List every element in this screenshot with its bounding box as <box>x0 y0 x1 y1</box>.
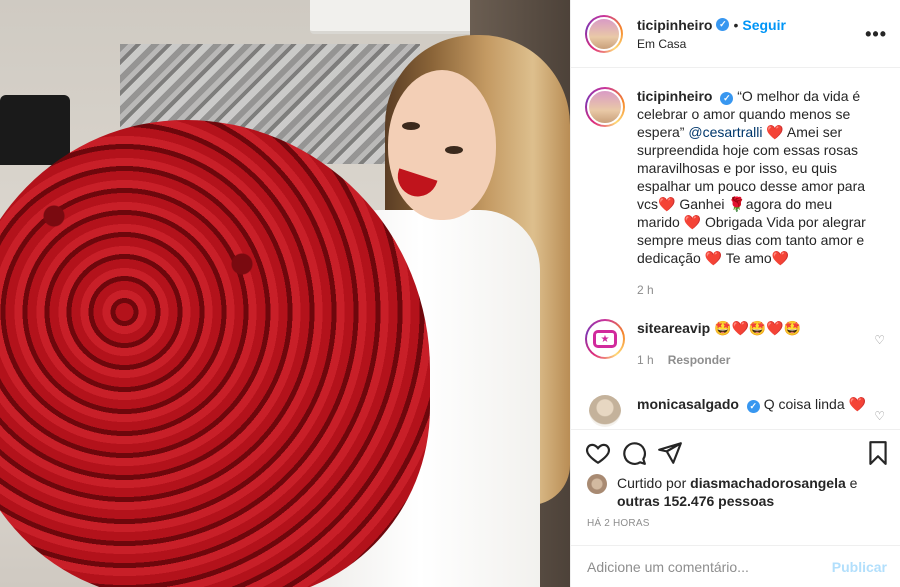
caption: ticipinheiro ✓ “O melhor da vida é celeb… <box>585 87 889 299</box>
commenter-avatar[interactable] <box>589 395 621 427</box>
more-options-icon[interactable]: ••• <box>865 24 887 45</box>
reply-button[interactable]: Responder <box>668 351 731 369</box>
comment-like-icon[interactable]: ♡ <box>874 409 885 423</box>
verified-badge-icon: ✓ <box>716 18 730 31</box>
publish-button[interactable]: Publicar <box>832 559 887 575</box>
comments-list: ticipinheiro ✓ “O melhor da vida é celeb… <box>571 69 900 429</box>
likes-summary: Curtido por diasmachadorosangela e outra… <box>587 474 887 510</box>
likes-middle: e <box>845 475 858 491</box>
post-actions: Curtido por diasmachadorosangela e outra… <box>571 429 900 529</box>
caption-avatar[interactable] <box>585 87 625 127</box>
verified-badge-icon: ✓ <box>746 399 760 413</box>
caption-username[interactable]: ticipinheiro <box>637 88 712 104</box>
save-bookmark-icon[interactable] <box>865 440 891 466</box>
likes-prefix: Curtido por <box>617 475 691 491</box>
commenter-username[interactable]: monicasalgado <box>637 396 739 412</box>
lamp <box>0 95 70 165</box>
commenter-avatar[interactable]: ★ <box>585 319 625 359</box>
comment-item: ★ siteareavip 🤩❤️🤩❤️🤩 1 h Responder ♡ <box>585 319 889 369</box>
eye-right <box>445 146 463 154</box>
post-timestamp[interactable]: HÁ 2 HORAS <box>587 518 650 529</box>
caption-time[interactable]: 2 h <box>637 281 654 299</box>
comment-text: 🤩❤️🤩❤️🤩 <box>714 320 802 336</box>
like-heart-icon[interactable] <box>585 440 611 466</box>
post-sidebar: ticipinheiro ✓ • Seguir Em Casa ••• tici… <box>570 0 900 587</box>
comment-item: monicasalgado ✓ Q coisa linda ❤️ ♡ <box>585 395 889 427</box>
add-comment-bar: Adicione um comentário... Publicar <box>571 545 900 587</box>
comment-time[interactable]: 1 h <box>637 351 654 369</box>
comment-like-icon[interactable]: ♡ <box>874 333 885 347</box>
caption-mention[interactable]: @cesartralli <box>688 124 762 140</box>
header-text: ticipinheiro ✓ • Seguir Em Casa <box>637 17 786 51</box>
follow-button[interactable]: Seguir <box>742 17 786 33</box>
caption-text-end: ❤️ Amei ser surpreendida hoje com essas … <box>637 124 866 266</box>
rose-bouquet <box>0 120 430 587</box>
comment-text: Q coisa linda ❤️ <box>763 396 866 412</box>
share-plane-icon[interactable] <box>657 440 683 466</box>
post-photo[interactable] <box>0 0 570 587</box>
commenter-username[interactable]: siteareavip <box>637 320 710 336</box>
author-avatar[interactable] <box>585 14 623 53</box>
liker-username[interactable]: diasmachadorosangela <box>690 475 846 491</box>
separator-dot: • <box>733 16 739 33</box>
comment-input[interactable]: Adicione um comentário... <box>587 559 832 575</box>
instagram-post: ticipinheiro ✓ • Seguir Em Casa ••• tici… <box>0 0 900 587</box>
author-username[interactable]: ticipinheiro <box>637 17 712 33</box>
action-icons <box>571 430 900 470</box>
comment-bubble-icon[interactable] <box>621 440 647 466</box>
post-location[interactable]: Em Casa <box>637 37 786 51</box>
liker-avatar[interactable] <box>587 474 607 494</box>
woman-face <box>388 70 496 220</box>
post-header: ticipinheiro ✓ • Seguir Em Casa ••• <box>571 0 900 68</box>
tv-logo-icon: ★ <box>593 330 617 348</box>
likes-others[interactable]: outras 152.476 pessoas <box>617 493 774 509</box>
eye-left <box>402 122 420 130</box>
verified-badge-icon: ✓ <box>720 91 734 105</box>
